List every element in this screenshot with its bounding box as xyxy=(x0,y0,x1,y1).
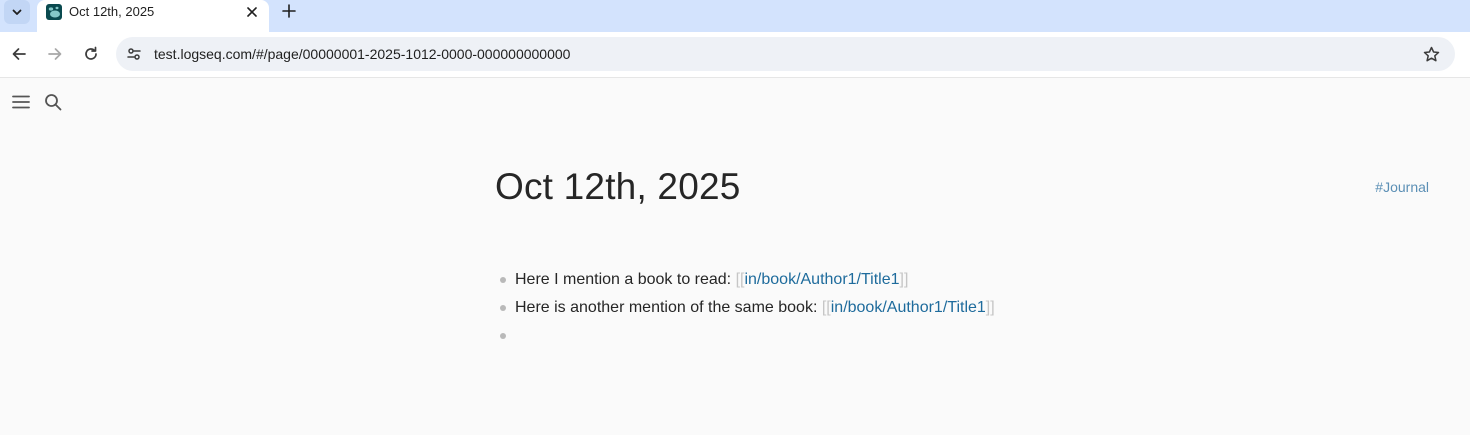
arrow-left-icon xyxy=(12,48,26,60)
address-bar[interactable]: test.logseq.com/#/page/00000001-2025-101… xyxy=(116,37,1455,71)
url-text[interactable]: test.logseq.com/#/page/00000001-2025-101… xyxy=(154,46,570,62)
site-info-button[interactable] xyxy=(124,44,144,64)
new-tab-button[interactable] xyxy=(278,0,300,22)
block[interactable]: Here is another mention of the same book… xyxy=(495,294,1395,322)
arrow-right-icon xyxy=(48,48,62,60)
page-reference-link[interactable]: in/book/Author1/Title1 xyxy=(831,299,986,316)
block[interactable]: Here I mention a book to read: [[in/book… xyxy=(495,266,1395,294)
browser-tab[interactable]: Oct 12th, 2025 xyxy=(37,0,269,32)
tab-search-button[interactable] xyxy=(4,0,30,24)
browser-toolbar: test.logseq.com/#/page/00000001-2025-101… xyxy=(0,32,1470,78)
back-button[interactable] xyxy=(9,44,29,64)
block-text: Here is another mention of the same book… xyxy=(515,299,822,316)
block-list: Here I mention a book to read: [[in/book… xyxy=(495,266,1395,350)
bookmark-button[interactable] xyxy=(1421,44,1441,64)
journal-tag-link[interactable]: #Journal xyxy=(1375,178,1429,196)
ref-bracket-open: [[ xyxy=(821,299,831,316)
logseq-favicon-icon xyxy=(46,4,62,20)
page-reference-link[interactable]: in/book/Author1/Title1 xyxy=(744,271,899,288)
forward-button[interactable] xyxy=(45,44,65,64)
tab-strip: Oct 12th, 2025 xyxy=(0,0,1470,32)
star-icon xyxy=(1423,46,1439,61)
reload-button[interactable] xyxy=(81,44,101,64)
ref-bracket-close: ]] xyxy=(899,271,909,288)
close-icon xyxy=(247,7,257,17)
left-sidebar-toggle[interactable] xyxy=(11,92,31,112)
chevron-down-icon xyxy=(12,9,22,15)
hamburger-icon xyxy=(12,95,30,109)
block-content[interactable]: Here is another mention of the same book… xyxy=(515,297,995,319)
block-bullet[interactable] xyxy=(500,277,506,283)
ref-bracket-close: ]] xyxy=(985,299,995,316)
search-button[interactable] xyxy=(43,92,63,112)
empty-block[interactable] xyxy=(495,322,1395,350)
reload-icon xyxy=(85,46,97,60)
tune-icon xyxy=(127,48,141,60)
block-text: Here I mention a book to read: xyxy=(515,271,736,288)
tab-title: Oct 12th, 2025 xyxy=(69,4,155,19)
block-bullet[interactable] xyxy=(500,333,506,339)
block-content[interactable]: Here I mention a book to read: [[in/book… xyxy=(515,269,908,291)
block-bullet[interactable] xyxy=(500,305,506,311)
close-tab-button[interactable] xyxy=(244,4,260,20)
page-title[interactable]: Oct 12th, 2025 xyxy=(495,164,741,210)
plus-icon xyxy=(282,4,296,18)
search-icon xyxy=(45,94,62,111)
